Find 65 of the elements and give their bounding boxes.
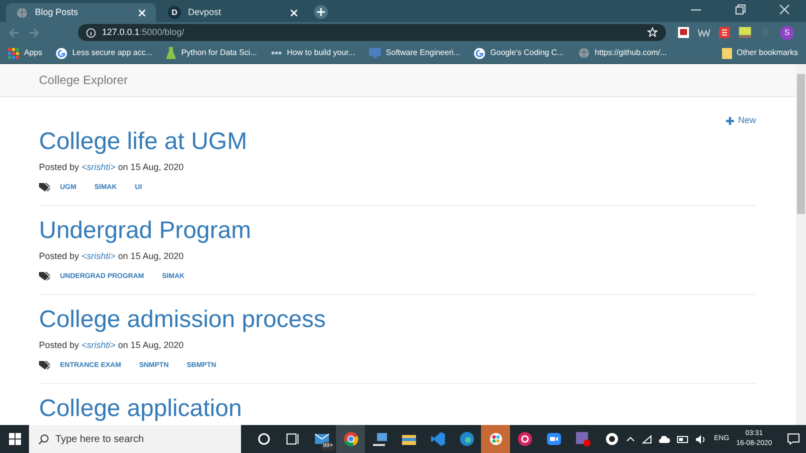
task-view-icon: [284, 431, 301, 447]
tags-icon: [39, 361, 50, 370]
scrollbar[interactable]: [796, 64, 806, 425]
star-icon[interactable]: [647, 27, 658, 38]
globe-icon: [578, 47, 590, 59]
bookmark-link[interactable]: Software Engineeri...: [368, 47, 460, 59]
bookmark-link[interactable]: https://github.com/...: [578, 47, 667, 59]
tab-title: Devpost: [188, 6, 222, 19]
chrome-icon: [342, 431, 359, 447]
extension-icon[interactable]: [698, 27, 710, 38]
profile-avatar[interactable]: S: [780, 26, 794, 40]
camera-lens-icon: [604, 431, 620, 447]
bookmark-link[interactable]: Google's Coding C...: [474, 47, 564, 59]
author-link[interactable]: <srishti>: [82, 251, 116, 261]
author-link[interactable]: <srishti>: [82, 340, 116, 350]
folder-icon: [722, 48, 732, 58]
chevron-up-icon[interactable]: [626, 436, 636, 442]
url-text: 127.0.0.1:5000/blog/: [102, 26, 186, 39]
speaker-icon[interactable]: [696, 434, 708, 444]
plus-icon: [726, 117, 734, 125]
letter-icon: D: [168, 6, 181, 19]
search-icon: [38, 434, 50, 445]
extension-icon[interactable]: [678, 27, 689, 38]
new-tab-plus-icon[interactable]: [314, 5, 328, 19]
browser-tab[interactable]: Blog Posts: [6, 3, 156, 22]
bookmark-folder[interactable]: Other bookmarks: [722, 47, 798, 59]
bookmark-link[interactable]: Apps: [8, 47, 42, 59]
circle-icon: [256, 431, 272, 447]
post-title-link[interactable]: College application: [39, 394, 242, 424]
brand-link[interactable]: College Explorer: [39, 71, 128, 89]
bookmark-link[interactable]: Less secure app acc...: [56, 47, 152, 59]
dots-icon: [270, 50, 282, 56]
apps-grid-icon[interactable]: [8, 48, 19, 58]
extension-icon[interactable]: [739, 27, 751, 38]
google-g-icon: [474, 48, 486, 58]
windows-logo-icon: [8, 433, 21, 445]
address-bar[interactable]: 127.0.0.1:5000/blog/: [78, 24, 666, 41]
post-title-link[interactable]: College life at UGM: [39, 127, 248, 157]
post-meta: Posted by <srishti> on 15 Aug, 2020: [39, 339, 185, 352]
taskbar-search-field[interactable]: Type here to search: [29, 425, 242, 453]
notification-icon[interactable]: [787, 433, 800, 445]
tags-icon: [39, 183, 50, 192]
post-title-link[interactable]: College admission process: [39, 305, 326, 335]
extension-icon[interactable]: [719, 27, 730, 38]
cloud-icon[interactable]: [659, 436, 670, 442]
app-alert-icon: [574, 431, 591, 447]
monitor-icon: [368, 48, 381, 58]
info-icon[interactable]: [86, 28, 96, 38]
bookmark-link[interactable]: How to build your...: [270, 47, 355, 59]
battery-icon[interactable]: [677, 436, 690, 442]
flask-icon: [166, 47, 176, 59]
author-link[interactable]: <srishti>: [82, 162, 116, 172]
close-icon[interactable]: [138, 8, 146, 16]
tab-title: Blog Posts: [35, 6, 80, 19]
post-meta: Posted by <srishti> on 15 Aug, 2020: [39, 161, 185, 174]
post-meta: Posted by <srishti> on 15 Aug, 2020: [39, 250, 185, 263]
close-icon[interactable]: [290, 8, 298, 16]
scrollbar-thumb[interactable]: [797, 74, 805, 214]
post-title-link[interactable]: Undergrad Program: [39, 216, 252, 246]
google-g-icon: [56, 48, 68, 58]
new-post-link[interactable]: New: [726, 115, 756, 127]
video-camera-icon: [546, 431, 562, 447]
tags-icon: [39, 272, 50, 282]
bookmark-link[interactable]: Python for Data Sci...: [166, 47, 257, 59]
globe-icon: [16, 6, 28, 18]
